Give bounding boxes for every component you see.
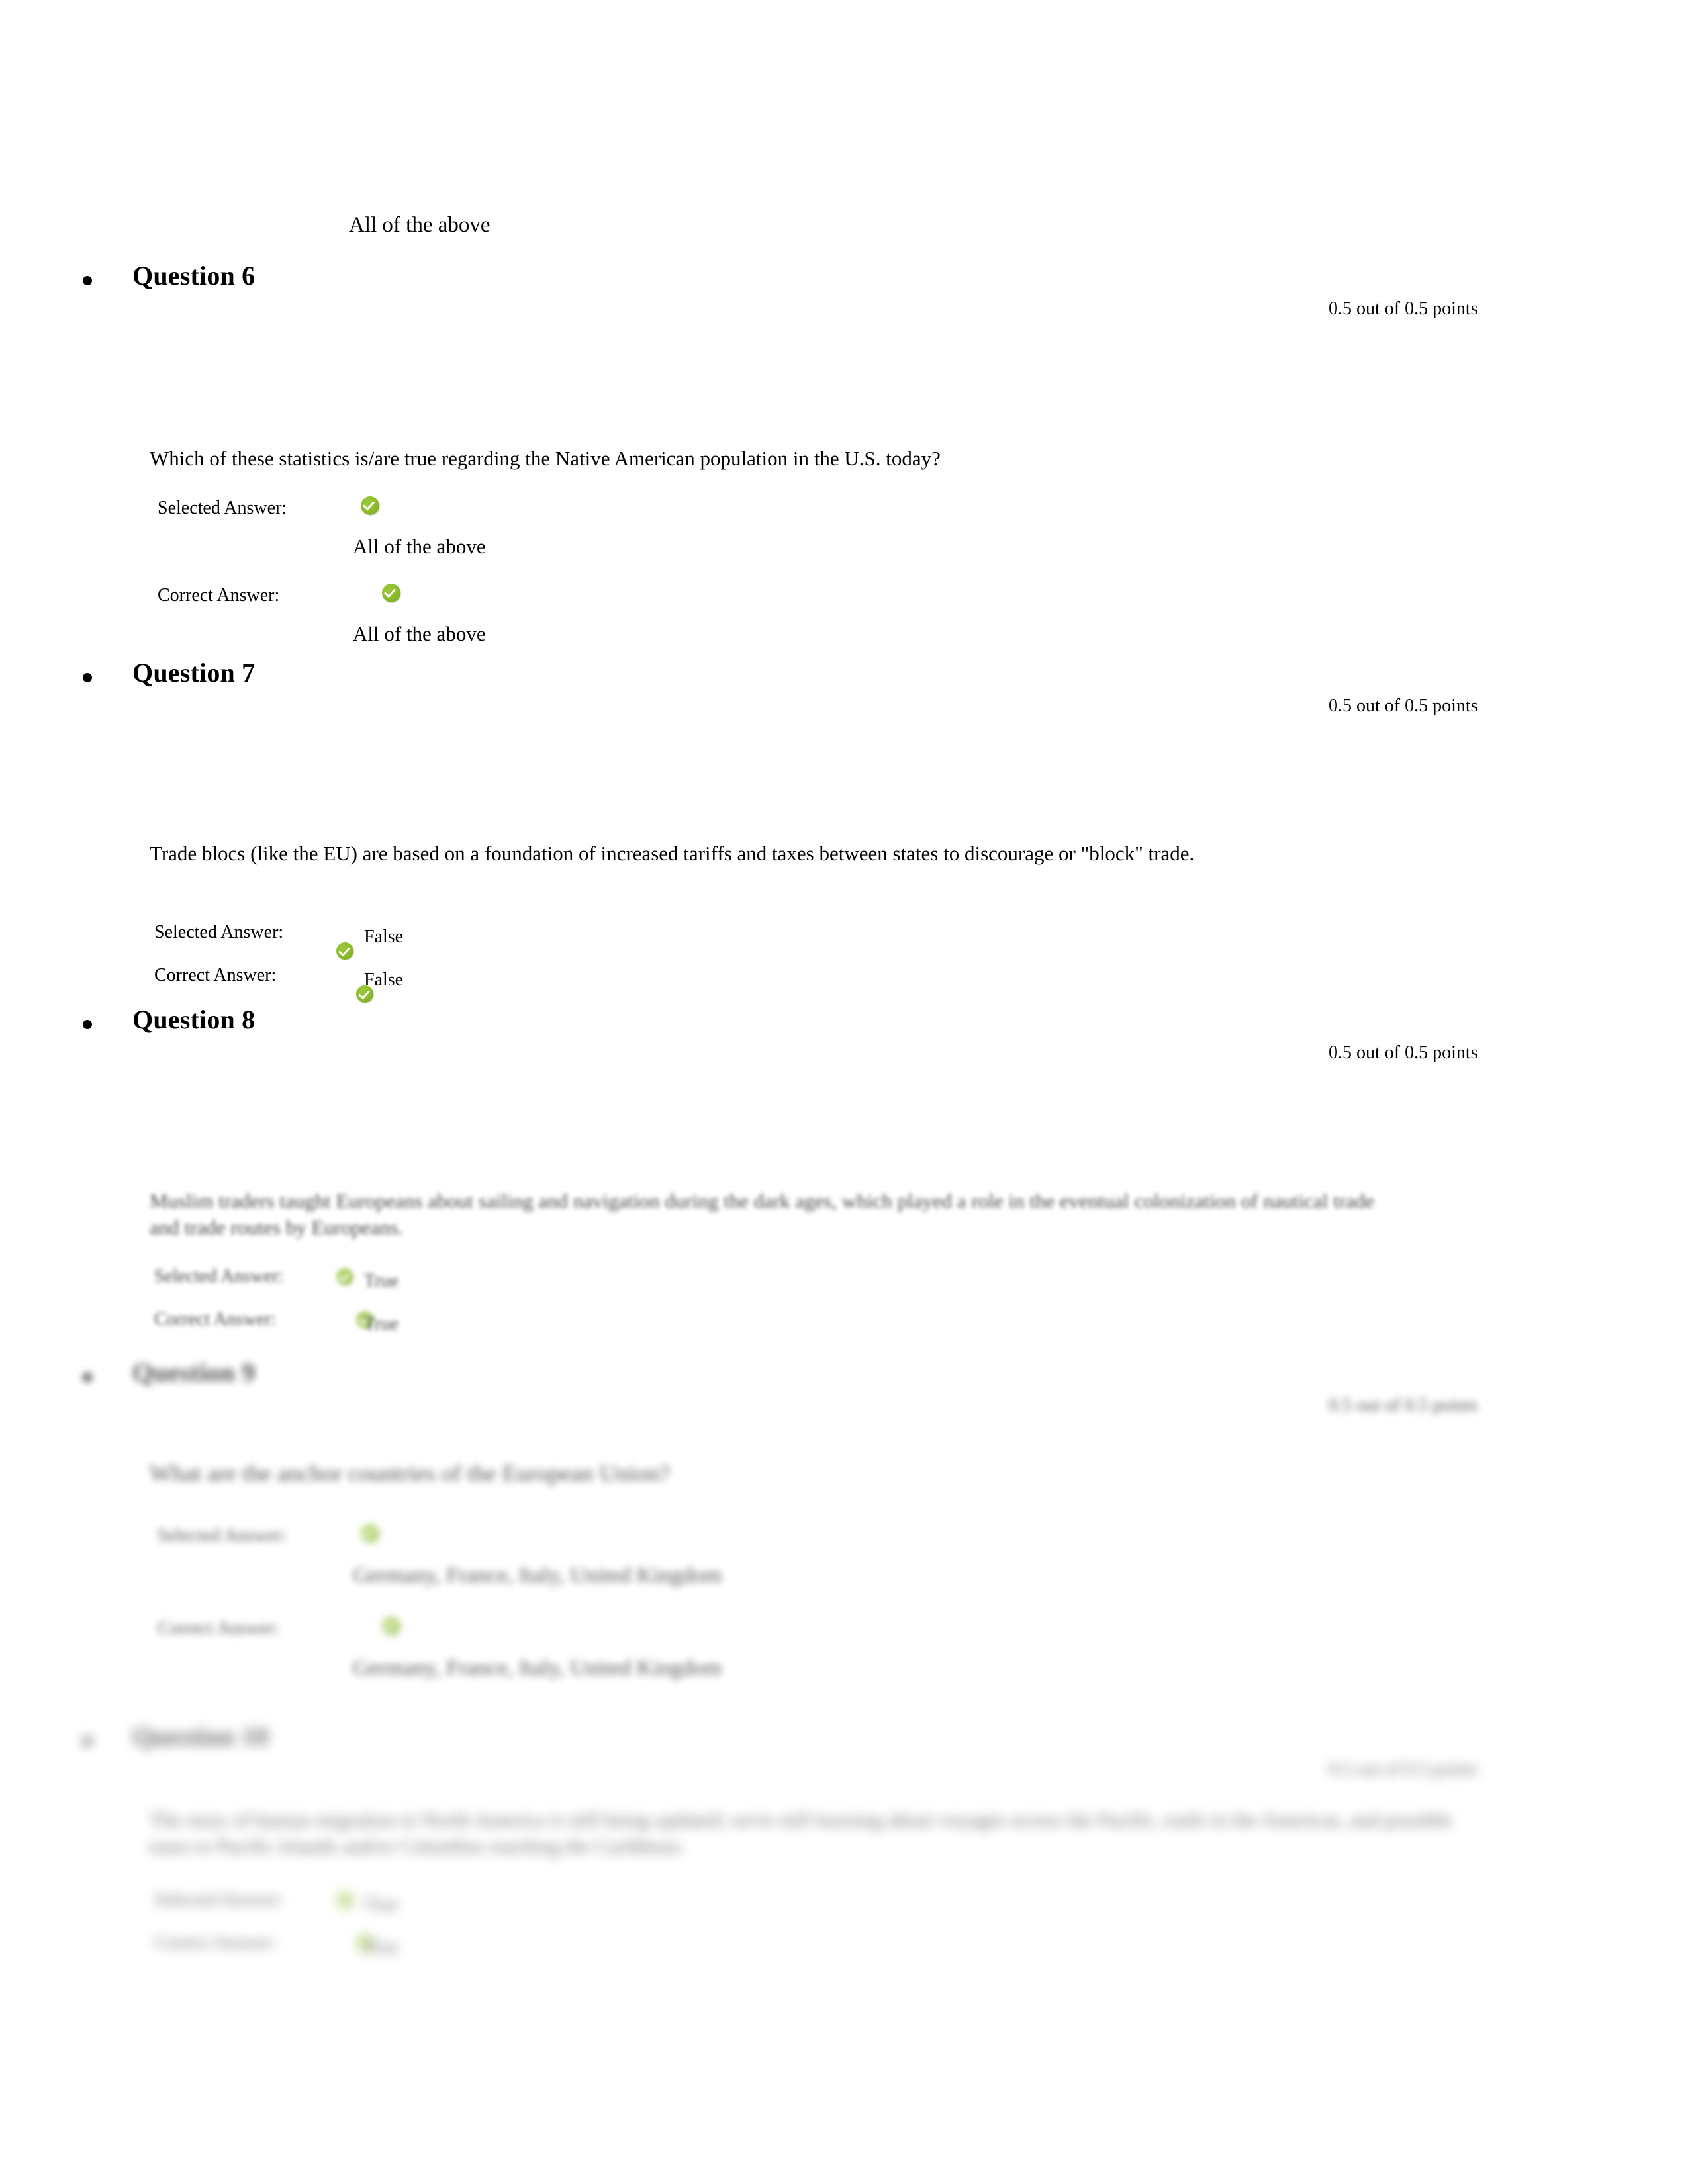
points-earned-10: 0.5 out of 0.5 points xyxy=(1329,1759,1478,1780)
list-bullet xyxy=(83,1737,92,1746)
selected-answer-label-10: Selected Answer: xyxy=(154,1889,284,1910)
question-text-10: The story of human migration to North Am… xyxy=(150,1808,1452,1858)
green-check-icon xyxy=(336,1891,353,1909)
correct-answer-label-10: Correct Answer: xyxy=(154,1933,277,1953)
selected-answer-value-10: True xyxy=(364,1894,399,1915)
question-heading-10: Question 10 xyxy=(132,1721,269,1751)
quiz-review-page: All of the above Question 6 0.5 out of 0… xyxy=(0,0,1688,2184)
question-block-10: Question 10 0.5 out of 0.5 points The st… xyxy=(0,0,1688,2184)
correct-answer-value-10: True xyxy=(364,1937,399,1958)
